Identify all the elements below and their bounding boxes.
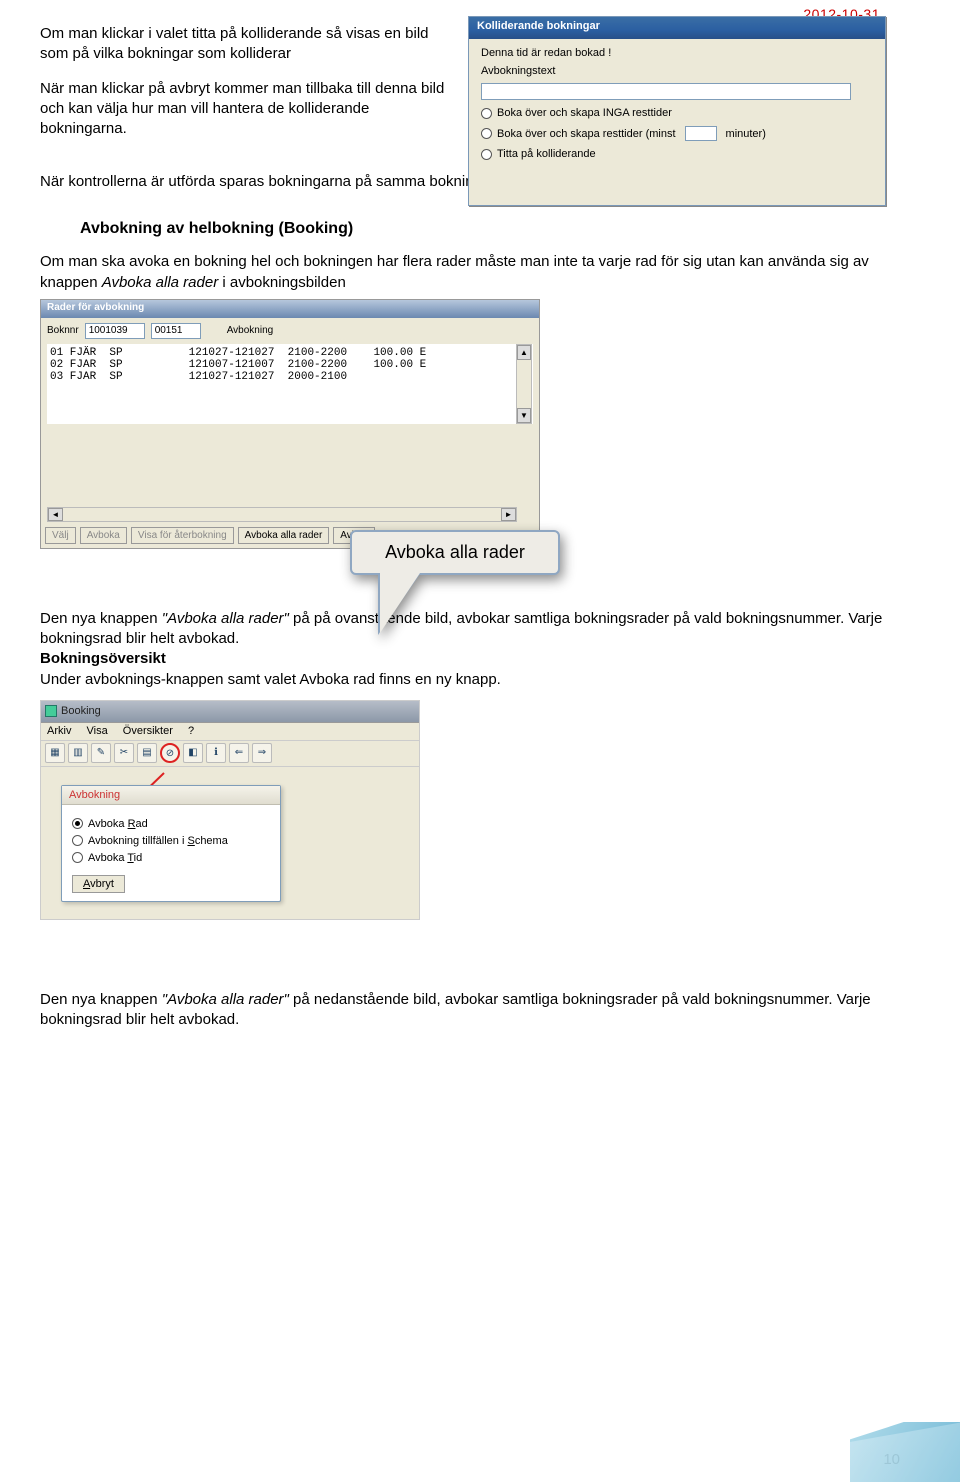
radio-label: Avboka Rad [88,818,148,830]
mid-p2-bold: Bokningsöversikt [40,649,920,669]
menu-oversikter[interactable]: Översikter [123,725,173,737]
toolbar-icon[interactable]: ◧ [183,743,203,763]
horizontal-scrollbar[interactable]: ◄ ► [47,507,517,522]
intro-p2: När man klickar på avbryt kommer man til… [40,79,460,140]
radio-label: Avbokning tillfällen i Schema [88,835,228,847]
panel-title: Rader för avbokning [41,300,539,318]
intro-block: Om man klickar i valet titta på kollider… [40,0,460,139]
toolbar-icon[interactable]: ✂ [114,743,134,763]
avboka-alla-rader-button[interactable]: Avboka alla rader [238,527,330,544]
radio-label-a: Boka över och skapa resttider (minst [497,128,676,140]
section-para: Om man ska avoka en bokning hel och bokn… [40,252,920,293]
popup-title: Avbokning [62,786,280,805]
toolbar-icon[interactable]: ▦ [45,743,65,763]
scroll-up-icon[interactable]: ▲ [517,345,531,360]
scroll-down-icon[interactable]: ▼ [517,408,531,423]
section-heading: Avbokning av helbokning (Booking) [80,220,920,238]
dialog-info-text: Denna tid är redan bokad ! [481,47,873,59]
valj-button[interactable]: Välj [45,527,76,544]
radio-selected-icon [72,818,83,829]
radio-option-2[interactable]: Boka över och skapa resttider (minst min… [481,126,873,141]
app-icon [45,705,57,717]
radio-icon [481,108,492,119]
callout-tail-icon [380,573,420,633]
para-c: i avbokningsbilden [218,274,346,291]
toolbar-icon[interactable]: ℹ [206,743,226,763]
window-title: Booking [61,705,101,717]
toolbar: ▦ ▥ ✎ ✂ ▤ ⊘ ◧ ℹ ⇐ ⇒ [41,741,419,767]
boknr-field-1[interactable]: 1001039 [85,323,145,339]
radio-icon [481,128,492,139]
avbokningstext-label: Avbokningstext [481,65,873,77]
rows-for-cancel-panel: Rader för avbokning Boknnr 1001039 00151… [40,299,540,549]
radio-label: Boka över och skapa INGA resttider [497,107,672,119]
list-row[interactable]: 01 FJÄR SP 121027-121027 2100-2200 100.0… [50,347,530,359]
list-row[interactable]: 02 FJAR SP 121007-121007 2100-2200 100.0… [50,359,530,371]
menubar[interactable]: Arkiv Visa Översikter ? [41,723,419,741]
callout-bubble: Avboka alla rader [350,530,560,635]
toolbar-icon[interactable]: ▤ [137,743,157,763]
avbokningstext-input[interactable] [481,83,851,100]
radio-option-1[interactable]: Boka över och skapa INGA resttider [481,107,873,119]
avbokning-label: Avbokning [227,325,274,336]
colliding-bookings-dialog: Kolliderande bokningar Denna tid är reda… [468,16,886,206]
radio-option-3[interactable]: Titta på kolliderande [481,148,873,160]
toolbar-icon[interactable]: ⇐ [229,743,249,763]
visa-button[interactable]: Visa för återbokning [131,527,234,544]
t: Den nya knappen [40,610,162,627]
menu-help[interactable]: ? [188,725,194,737]
end-paragraph: Den nya knappen "Avboka alla rader" på n… [40,990,920,1031]
menu-visa[interactable]: Visa [87,725,108,737]
t-italic: "Avboka alla rader" [162,610,289,627]
toolbar-icon[interactable]: ⇒ [252,743,272,763]
avbryt-button[interactable]: Avbryt [72,875,125,893]
radio-label: Avboka Tid [88,852,142,864]
radio-avbokning-schema[interactable]: Avbokning tillfällen i Schema [72,835,270,847]
para-b: Avboka alla rader [102,274,218,291]
dialog-title: Kolliderande bokningar [469,17,885,39]
radio-icon [72,852,83,863]
vertical-scrollbar[interactable]: ▲ ▼ [516,344,532,424]
boknr-label: Boknnr [47,325,79,336]
booking-rows-list[interactable]: 01 FJÄR SP 121027-121027 2100-2200 100.0… [47,344,533,424]
scroll-left-icon[interactable]: ◄ [48,508,63,521]
toolbar-icon[interactable]: ▥ [68,743,88,763]
radio-label: Titta på kolliderande [497,148,596,160]
radio-icon [481,149,492,160]
scroll-right-icon[interactable]: ► [501,508,516,521]
minutes-input[interactable] [685,126,717,141]
radio-label-b: minuter) [726,128,766,140]
mid-p3: Under avboknings-knappen samt valet Avbo… [40,670,920,690]
toolbar-icon[interactable]: ✎ [91,743,111,763]
avboka-button[interactable]: Avboka [80,527,127,544]
callout-text: Avboka alla rader [350,530,560,575]
radio-icon [72,835,83,846]
intro-p1: Om man klickar i valet titta på kollider… [40,24,460,65]
list-row[interactable]: 03 FJAR SP 121027-121027 2000-2100 [50,371,530,383]
radio-avboka-rad[interactable]: Avboka Rad [72,818,270,830]
page-corner-decoration-icon [850,1422,960,1482]
boknr-field-2[interactable]: 00151 [151,323,201,339]
booking-window: Booking Arkiv Visa Översikter ? ▦ ▥ ✎ ✂ … [40,700,420,920]
t: Den nya knappen [40,991,162,1008]
t-italic: "Avboka alla rader" [162,991,289,1008]
window-titlebar: Booking [41,701,419,723]
menu-arkiv[interactable]: Arkiv [47,725,71,737]
toolbar-circled-icon[interactable]: ⊘ [160,743,180,763]
avbokning-popup: Avbokning Avboka Rad Avbokning tillfälle… [61,785,281,902]
radio-avboka-tid[interactable]: Avboka Tid [72,852,270,864]
